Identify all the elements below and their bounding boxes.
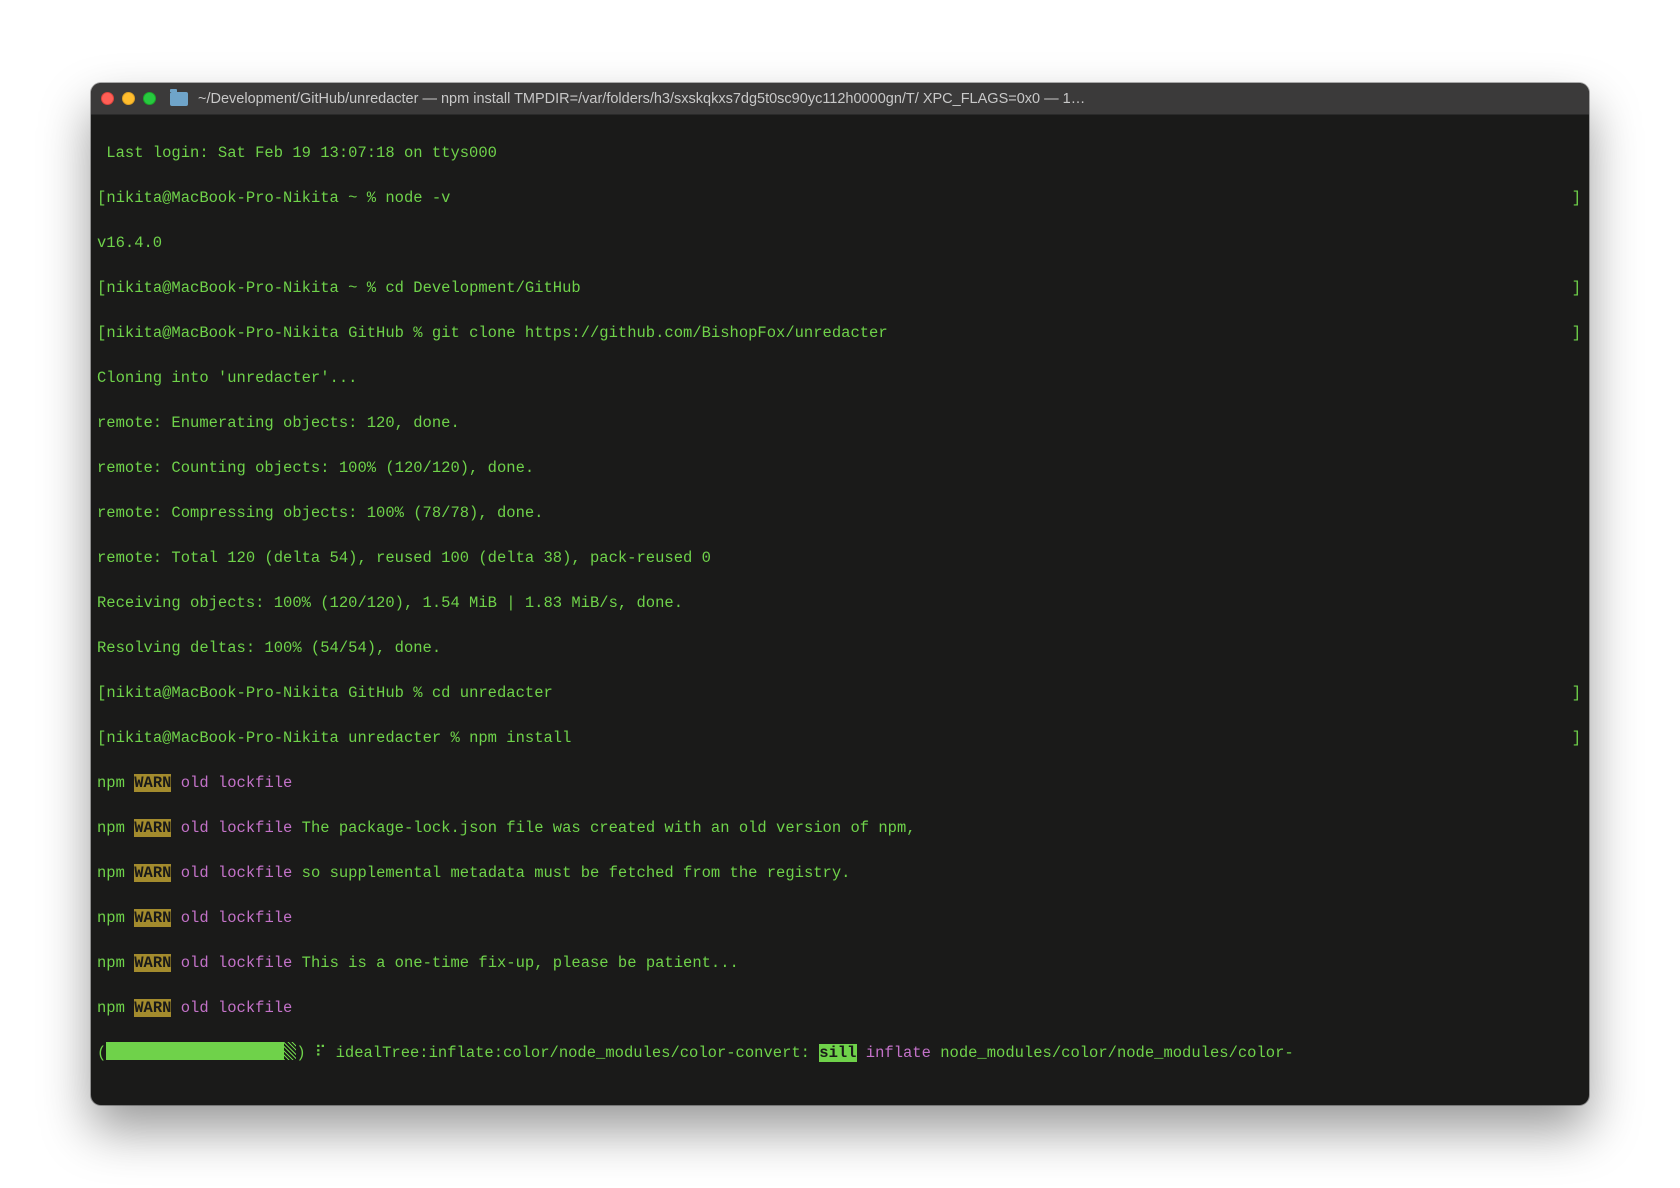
prog-close: ): [296, 1044, 305, 1062]
bracket-icon: ]: [1572, 277, 1581, 300]
npm-label: npm: [97, 909, 134, 927]
warn-badge: WARN: [134, 774, 171, 792]
warn-badge: WARN: [134, 864, 171, 882]
npm-warn-line: npm WARN old lockfile: [97, 907, 1583, 930]
warn-msg: so supplemental metadata must be fetched…: [292, 864, 850, 882]
output-line: remote: Total 120 (delta 54), reused 100…: [97, 547, 1583, 570]
npm-warn-line: npm WARN old lockfile: [97, 997, 1583, 1020]
npm-label: npm: [97, 774, 134, 792]
warn-badge: WARN: [134, 954, 171, 972]
titlebar[interactable]: ~/Development/GitHub/unredacter — npm in…: [91, 83, 1589, 115]
sill-badge: sill: [819, 1044, 856, 1062]
npm-label: npm: [97, 864, 134, 882]
bracket-icon: ]: [1572, 187, 1581, 210]
npm-label: npm: [97, 819, 134, 837]
command: cd unredacter: [432, 684, 553, 702]
prompt: nikita@MacBook-Pro-Nikita unredacter %: [106, 729, 469, 747]
output-line: Resolving deltas: 100% (54/54), done.: [97, 637, 1583, 660]
bracket-icon: [: [97, 729, 106, 747]
prog-open: (: [97, 1044, 106, 1062]
inflate-path: node_modules/color/node_modules/color-: [940, 1044, 1293, 1062]
npm-warn-line: npm WARN old lockfile This is a one-time…: [97, 952, 1583, 975]
output-line: remote: Compressing objects: 100% (78/78…: [97, 502, 1583, 525]
output-line: remote: Enumerating objects: 120, done.: [97, 412, 1583, 435]
progress-task: idealTree:inflate:color/node_modules/col…: [336, 1044, 820, 1062]
last-login: Last login: Sat Feb 19 13:07:18 on ttys0…: [97, 142, 1583, 165]
warn-msg: This is a one-time fix-up, please be pat…: [292, 954, 738, 972]
output-line: remote: Counting objects: 100% (120/120)…: [97, 457, 1583, 480]
npm-warn-line: npm WARN old lockfile so supplemental me…: [97, 862, 1583, 885]
prompt: nikita@MacBook-Pro-Nikita GitHub %: [106, 684, 432, 702]
warn-key: old lockfile: [171, 819, 292, 837]
warn-badge: WARN: [134, 999, 171, 1017]
bracket-icon: [: [97, 189, 106, 207]
npm-warn-line: npm WARN old lockfile The package-lock.j…: [97, 817, 1583, 840]
bracket-icon: ]: [1572, 322, 1581, 345]
progress-shade: [284, 1042, 296, 1060]
progress-fill: [106, 1042, 284, 1060]
prompt-line: [nikita@MacBook-Pro-Nikita GitHub % cd u…: [97, 682, 1583, 705]
terminal-body[interactable]: Last login: Sat Feb 19 13:07:18 on ttys0…: [91, 115, 1589, 1105]
prompt-line: [nikita@MacBook-Pro-Nikita ~ % cd Develo…: [97, 277, 1583, 300]
npm-label: npm: [97, 954, 134, 972]
command: cd Development/GitHub: [385, 279, 580, 297]
warn-key: old lockfile: [171, 774, 292, 792]
npm-warn-line: npm WARN old lockfile: [97, 772, 1583, 795]
output-line: v16.4.0: [97, 232, 1583, 255]
prompt-line: [nikita@MacBook-Pro-Nikita unredacter % …: [97, 727, 1583, 750]
bracket-icon: ]: [1572, 682, 1581, 705]
command: git clone https://github.com/BishopFox/u…: [432, 324, 888, 342]
inflate-word: inflate: [857, 1044, 941, 1062]
output-line: Receiving objects: 100% (120/120), 1.54 …: [97, 592, 1583, 615]
warn-key: old lockfile: [171, 999, 292, 1017]
command: npm install: [469, 729, 571, 747]
bracket-icon: [: [97, 684, 106, 702]
terminal-window: ~/Development/GitHub/unredacter — npm in…: [91, 83, 1589, 1105]
bracket-icon: [: [97, 279, 106, 297]
warn-key: old lockfile: [171, 864, 292, 882]
window-title: ~/Development/GitHub/unredacter — npm in…: [196, 91, 1579, 107]
prompt: nikita@MacBook-Pro-Nikita ~ %: [106, 189, 385, 207]
close-icon[interactable]: [101, 92, 114, 105]
zoom-icon[interactable]: [143, 92, 156, 105]
spinner-icon: ⠏: [306, 1044, 336, 1062]
folder-icon: [170, 92, 188, 106]
bracket-icon: [: [97, 324, 106, 342]
output-line: Cloning into 'unredacter'...: [97, 367, 1583, 390]
warn-badge: WARN: [134, 909, 171, 927]
command: node -v: [385, 189, 450, 207]
warn-msg: The package-lock.json file was created w…: [292, 819, 915, 837]
prompt: nikita@MacBook-Pro-Nikita ~ %: [106, 279, 385, 297]
progress-line: () ⠏ idealTree:inflate:color/node_module…: [97, 1042, 1583, 1065]
warn-key: old lockfile: [171, 954, 292, 972]
bracket-icon: ]: [1572, 727, 1581, 750]
warn-key: old lockfile: [171, 909, 292, 927]
npm-label: npm: [97, 999, 134, 1017]
traffic-lights: [101, 92, 156, 105]
prompt-line: [nikita@MacBook-Pro-Nikita ~ % node -v]: [97, 187, 1583, 210]
prompt-line: [nikita@MacBook-Pro-Nikita GitHub % git …: [97, 322, 1583, 345]
minimize-icon[interactable]: [122, 92, 135, 105]
warn-badge: WARN: [134, 819, 171, 837]
prompt: nikita@MacBook-Pro-Nikita GitHub %: [106, 324, 432, 342]
